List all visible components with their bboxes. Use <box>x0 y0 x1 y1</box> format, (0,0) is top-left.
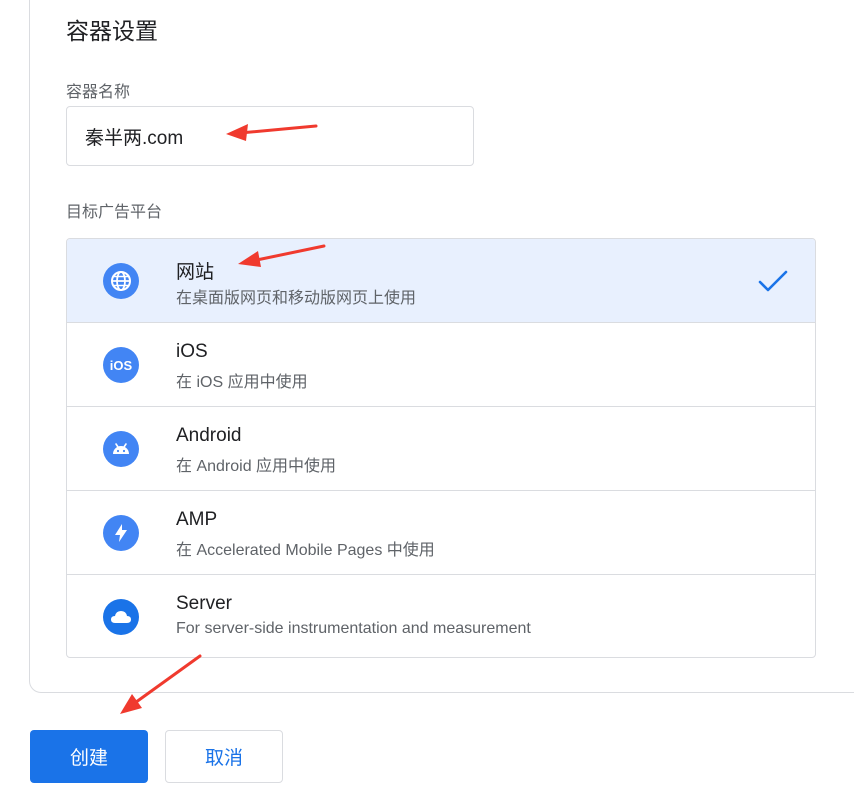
android-icon <box>103 431 139 467</box>
platform-option-website[interactable]: 网站 在桌面版网页和移动版网页上使用 <box>67 239 815 323</box>
lightning-icon <box>103 515 139 551</box>
check-icon <box>758 270 788 292</box>
container-name-input[interactable] <box>66 106 474 166</box>
cancel-button[interactable]: 取消 <box>165 730 283 783</box>
platform-title: Android <box>176 425 242 446</box>
platform-option-amp[interactable]: AMP 在 Accelerated Mobile Pages 中使用 <box>67 491 815 575</box>
platform-title: iOS <box>176 341 208 362</box>
platform-list: 网站 在桌面版网页和移动版网页上使用 iOS iOS 在 iOS 应用中使用 A… <box>66 238 816 658</box>
platform-subtitle: 在 iOS 应用中使用 <box>176 374 308 391</box>
platform-subtitle: 在 Accelerated Mobile Pages 中使用 <box>176 542 435 559</box>
platform-title: Server <box>176 593 232 614</box>
platform-subtitle: 在 Android 应用中使用 <box>176 458 337 475</box>
section-title: 容器设置 <box>66 18 158 44</box>
platform-option-android[interactable]: Android 在 Android 应用中使用 <box>67 407 815 491</box>
target-platform-label: 目标广告平台 <box>66 204 163 221</box>
platform-option-ios[interactable]: iOS iOS 在 iOS 应用中使用 <box>67 323 815 407</box>
svg-text:iOS: iOS <box>110 358 133 373</box>
platform-title: 网站 <box>176 262 215 283</box>
platform-title: AMP <box>176 509 218 530</box>
ios-icon: iOS <box>103 347 139 383</box>
create-button[interactable]: 创建 <box>30 730 148 783</box>
container-name-label: 容器名称 <box>66 84 131 101</box>
platform-subtitle: For server-side instrumentation and meas… <box>176 620 531 637</box>
platform-option-server[interactable]: Server For server-side instrumentation a… <box>67 575 815 657</box>
cloud-icon <box>103 599 139 635</box>
globe-icon <box>103 263 139 299</box>
platform-subtitle: 在桌面版网页和移动版网页上使用 <box>176 290 417 307</box>
